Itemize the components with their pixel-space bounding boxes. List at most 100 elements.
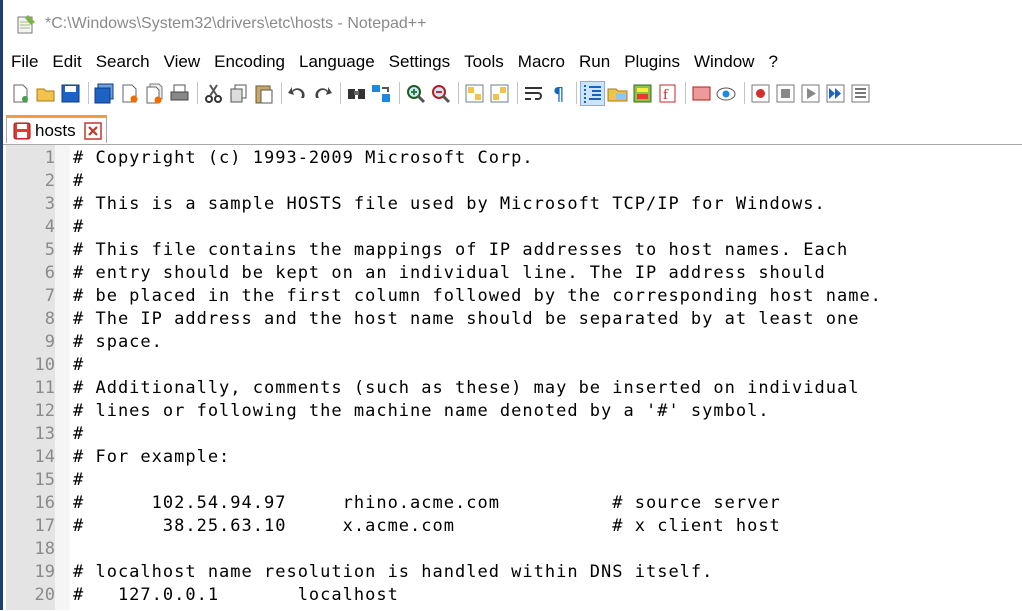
menu-run[interactable]: Run	[572, 52, 617, 72]
stop-record-icon[interactable]	[774, 82, 797, 105]
line-number: 14	[34, 447, 55, 467]
line-number: 15	[34, 470, 55, 490]
menu-macro[interactable]: Macro	[511, 52, 572, 72]
record-macro-icon[interactable]	[749, 82, 772, 105]
toolbar-separator	[576, 82, 577, 104]
menu-language[interactable]: Language	[292, 52, 382, 72]
redo-icon[interactable]	[311, 82, 334, 105]
line-number: 17	[34, 516, 55, 536]
line-number: 8	[44, 309, 55, 329]
menu-plugins[interactable]: Plugins	[617, 52, 687, 72]
open-file-icon[interactable]	[34, 82, 57, 105]
save-status-icon	[13, 122, 31, 140]
line-number: 3	[44, 194, 55, 214]
tab-label: hosts	[35, 120, 76, 140]
code-line[interactable]: #	[73, 171, 84, 191]
indent-guide-icon[interactable]	[580, 80, 605, 106]
toolbar-separator	[88, 82, 89, 104]
code-line[interactable]: # For example:	[73, 447, 230, 467]
toolbar-separator	[458, 82, 459, 104]
code-line[interactable]: # localhost name resolution is handled w…	[73, 562, 713, 582]
tab-hosts[interactable]: hosts	[6, 115, 107, 143]
menu-search[interactable]: Search	[89, 52, 157, 72]
print-icon[interactable]	[168, 82, 191, 105]
text-editor[interactable]: # Copyright (c) 1993-2009 Microsoft Corp…	[70, 145, 1022, 610]
line-number: 4	[44, 217, 55, 237]
line-number: 6	[44, 263, 55, 283]
document-map-icon[interactable]	[631, 82, 654, 105]
save-icon[interactable]	[59, 82, 82, 105]
code-line[interactable]: # be placed in the first column followed…	[73, 286, 882, 306]
menu-tools[interactable]: Tools	[457, 52, 511, 72]
line-number: 11	[34, 378, 55, 398]
code-line[interactable]: # lines or following the machine name de…	[73, 401, 770, 421]
code-line[interactable]: # 102.54.94.97 rhino.acme.com # source s…	[73, 493, 781, 513]
code-line[interactable]: # 127.0.0.1 localhost	[73, 585, 399, 605]
save-macro-icon[interactable]	[849, 82, 872, 105]
menu-file[interactable]: File	[3, 52, 45, 72]
folder-as-workspace-icon[interactable]	[690, 82, 713, 105]
paste-icon[interactable]	[252, 82, 275, 105]
function-list-icon[interactable]: f	[656, 82, 679, 105]
monitoring-icon[interactable]	[715, 82, 738, 105]
close-icon[interactable]	[118, 82, 141, 105]
menu-window[interactable]: Window	[687, 52, 761, 72]
toolbar-separator	[685, 82, 686, 104]
line-number: 2	[44, 171, 55, 191]
code-line[interactable]: #	[73, 217, 84, 237]
tab-bar: hosts	[3, 113, 1022, 144]
toolbar-separator	[197, 82, 198, 104]
code-line[interactable]: # entry should be kept on an individual …	[73, 263, 826, 283]
toolbar: ¶ f	[3, 77, 1022, 109]
code-line[interactable]: # The IP address and the host name shoul…	[73, 309, 859, 329]
fold-margin[interactable]	[55, 145, 70, 610]
zoom-out-icon[interactable]	[429, 82, 452, 105]
save-all-icon[interactable]	[93, 82, 116, 105]
line-number: 12	[34, 401, 55, 421]
cut-icon[interactable]	[202, 82, 225, 105]
notepadpp-app-icon	[15, 13, 37, 35]
svg-text:¶: ¶	[553, 84, 564, 105]
menu-bar: File Edit Search View Encoding Language Settin…	[3, 49, 1022, 75]
show-all-chars-icon[interactable]: ¶	[547, 82, 570, 105]
undo-icon[interactable]	[286, 82, 309, 105]
zoom-in-icon[interactable]	[404, 82, 427, 105]
line-number: 10	[34, 355, 55, 375]
run-macro-multiple-icon[interactable]	[824, 82, 847, 105]
code-line[interactable]: # space.	[73, 332, 163, 352]
menu-encoding[interactable]: Encoding	[207, 52, 292, 72]
play-macro-icon[interactable]	[799, 82, 822, 105]
toolbar-separator	[340, 82, 341, 104]
toolbar-separator	[744, 82, 745, 104]
code-line[interactable]: # This is a sample HOSTS file used by Mi…	[73, 194, 826, 214]
code-line[interactable]: # Copyright (c) 1993-2009 Microsoft Corp…	[73, 148, 534, 168]
close-all-icon[interactable]	[143, 82, 166, 105]
line-number: 13	[34, 424, 55, 444]
line-number: 7	[44, 286, 55, 306]
menu-help[interactable]: ?	[761, 52, 784, 72]
line-number: 1	[44, 148, 55, 168]
find-icon[interactable]	[345, 82, 368, 105]
code-line[interactable]: #	[73, 424, 84, 444]
menu-edit[interactable]: Edit	[45, 52, 88, 72]
code-line[interactable]: # Additionally, comments (such as these)…	[73, 378, 859, 398]
close-tab-icon[interactable]	[83, 121, 102, 140]
code-line[interactable]: # This file contains the mappings of IP …	[73, 240, 848, 260]
code-line[interactable]: #	[73, 355, 84, 375]
code-line[interactable]: #	[73, 470, 84, 490]
sync-vertical-icon[interactable]	[463, 82, 486, 105]
copy-icon[interactable]	[227, 82, 250, 105]
word-wrap-icon[interactable]	[522, 82, 545, 105]
window-title: *C:\Windows\System32\drivers\etc\hosts -…	[45, 15, 427, 32]
line-number: 20	[34, 585, 55, 605]
replace-icon[interactable]	[370, 82, 393, 105]
folder-workspace-icon[interactable]	[606, 82, 629, 105]
toolbar-separator	[399, 82, 400, 104]
menu-settings[interactable]: Settings	[382, 52, 457, 72]
code-line[interactable]: # 38.25.63.10 x.acme.com # x client host	[73, 516, 781, 536]
new-file-icon[interactable]	[9, 82, 32, 105]
title-bar[interactable]: *C:\Windows\System32\drivers\etc\hosts -…	[3, 4, 1022, 44]
menu-view[interactable]: View	[157, 52, 208, 72]
sync-horizontal-icon[interactable]	[488, 82, 511, 105]
toolbar-separator	[517, 82, 518, 104]
